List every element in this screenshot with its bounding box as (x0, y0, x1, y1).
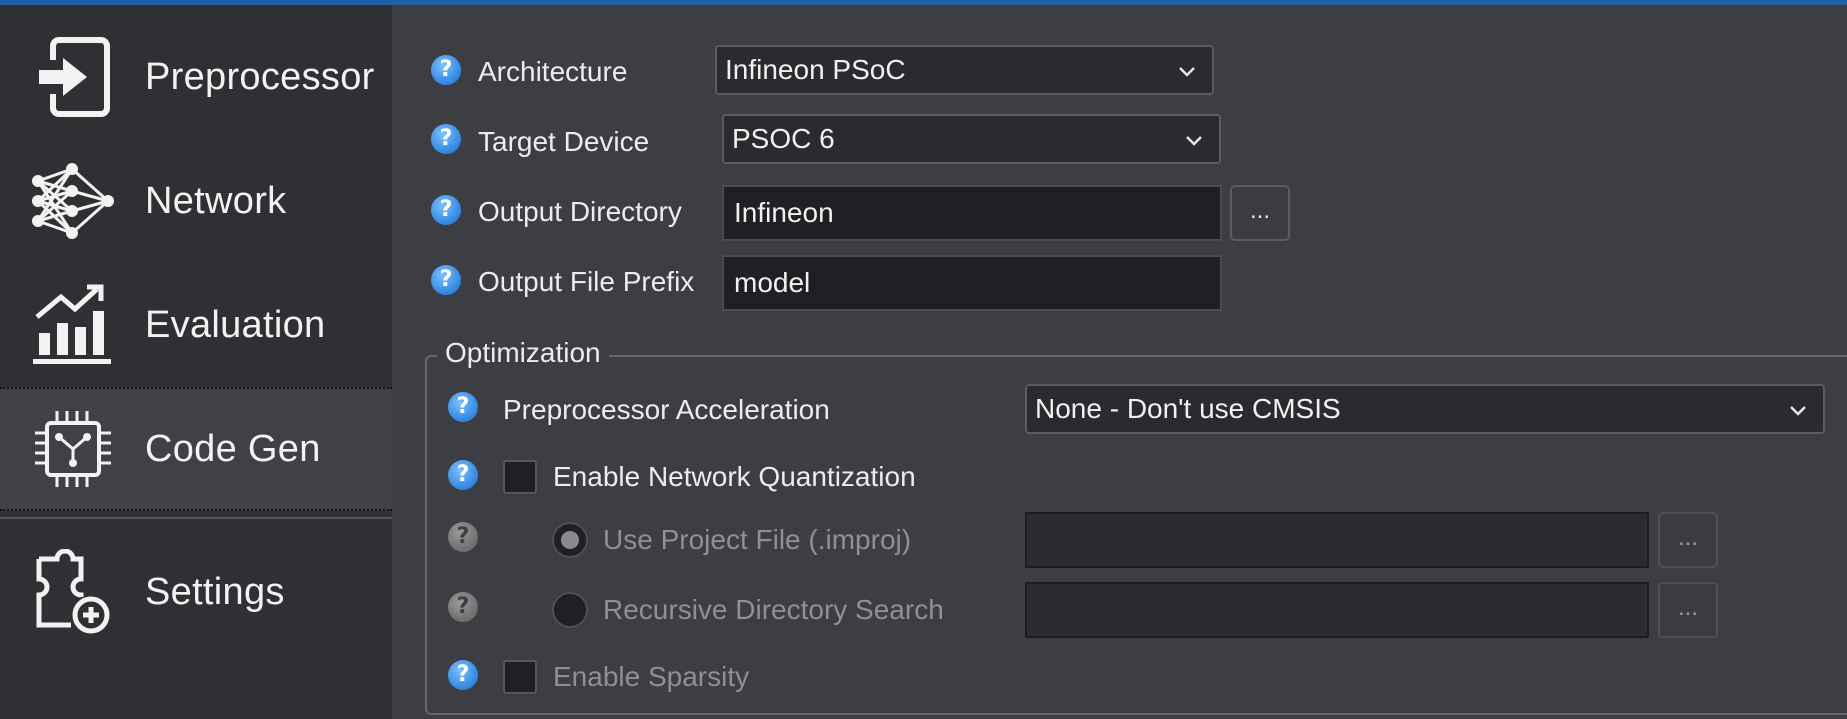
preprocessor-acceleration-value: None - Don't use CMSIS (1035, 393, 1341, 424)
help-icon[interactable]: ? (448, 660, 478, 690)
output-directory-label: Output Directory (478, 196, 682, 227)
help-icon[interactable]: ? (431, 55, 461, 85)
use-project-file-label: Use Project File (.improj) (603, 524, 912, 555)
target-device-select[interactable]: PSOC 6 (722, 114, 1221, 164)
enable-sparsity-checkbox[interactable] (503, 660, 537, 694)
enable-quantization-checkbox[interactable] (503, 460, 537, 494)
chevron-down-icon (1179, 67, 1195, 77)
architecture-label: Architecture (478, 56, 628, 87)
sidebar-item-settings[interactable]: Settings (0, 530, 392, 654)
project-file-browse-button[interactable]: ... (1658, 512, 1718, 568)
sign-in-icon (30, 34, 116, 120)
help-icon[interactable]: ? (431, 265, 461, 295)
sidebar-item-label: Evaluation (145, 303, 326, 346)
enable-quantization-label: Enable Network Quantization (553, 461, 916, 492)
output-prefix-input[interactable]: model (722, 255, 1222, 311)
help-icon[interactable]: ? (448, 592, 478, 622)
sidebar-item-label: Network (145, 179, 287, 222)
enable-sparsity-label: Enable Sparsity (553, 661, 750, 692)
target-device-label: Target Device (478, 126, 650, 157)
help-icon[interactable]: ? (431, 195, 461, 225)
puzzle-add-icon (30, 549, 116, 635)
architecture-select[interactable]: Infineon PSoC (715, 45, 1214, 95)
chevron-down-icon (1186, 136, 1202, 146)
help-icon[interactable]: ? (448, 460, 478, 490)
sidebar-item-evaluation[interactable]: Evaluation (0, 263, 392, 387)
sidebar-item-label: Code Gen (145, 427, 321, 470)
optimization-group-title: Optimization (437, 337, 609, 369)
neural-network-icon (30, 158, 116, 244)
output-directory-browse-button[interactable]: ... (1230, 185, 1290, 241)
help-icon[interactable]: ? (448, 392, 478, 422)
growth-chart-icon (30, 282, 116, 368)
output-directory-input[interactable]: Infineon (722, 185, 1222, 241)
preprocessor-acceleration-select[interactable]: None - Don't use CMSIS (1025, 384, 1825, 434)
sidebar-item-network[interactable]: Network (0, 139, 392, 263)
output-prefix-label: Output File Prefix (478, 266, 695, 297)
preprocessor-acceleration-label: Preprocessor Acceleration (503, 394, 830, 425)
chevron-down-icon (1790, 406, 1806, 416)
sidebar-item-code-gen[interactable]: Code Gen (0, 387, 392, 511)
architecture-value: Infineon PSoC (725, 54, 906, 85)
sidebar-item-label: Preprocessor (145, 55, 375, 98)
target-device-value: PSOC 6 (732, 123, 835, 154)
recursive-search-label: Recursive Directory Search (603, 594, 944, 625)
chip-icon (30, 406, 116, 492)
sidebar-item-label: Settings (145, 570, 285, 613)
help-icon[interactable]: ? (431, 124, 461, 154)
sidebar-item-preprocessor[interactable]: Preprocessor (0, 15, 392, 139)
sidebar: Preprocessor Network Evaluation Code Gen… (0, 5, 392, 719)
help-icon[interactable]: ? (448, 522, 478, 552)
recursive-search-input[interactable] (1025, 582, 1649, 638)
recursive-search-radio[interactable] (552, 592, 588, 628)
sidebar-divider (0, 517, 392, 519)
use-project-file-radio[interactable] (552, 522, 588, 558)
recursive-search-browse-button[interactable]: ... (1658, 582, 1718, 638)
project-file-input[interactable] (1025, 512, 1649, 568)
